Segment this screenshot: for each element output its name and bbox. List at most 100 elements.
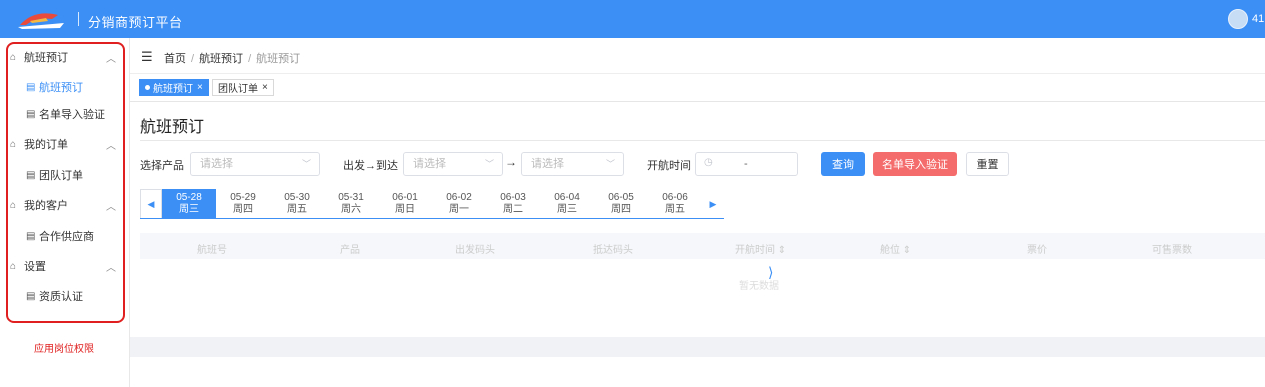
sail-time-range-picker[interactable]: ◷ -	[695, 152, 798, 176]
date-text: 06-05	[608, 192, 634, 203]
next-dates-button[interactable]: ▶	[702, 189, 724, 219]
sail-time-label: 开航时间	[647, 160, 691, 172]
weekday-text: 周五	[665, 204, 685, 215]
date-text: 06-03	[500, 192, 526, 203]
close-icon[interactable]: ×	[197, 82, 203, 93]
user-name[interactable]: 41	[1252, 13, 1264, 25]
active-dot-icon	[145, 85, 150, 90]
breadcrumb-current: 航班预订	[256, 53, 301, 65]
page-title: 航班预订	[140, 119, 205, 136]
sidebar-group-label: 我的订单	[24, 139, 68, 151]
table-header: 航班号 产品 出发码头 抵达码头 开航时间 ⇕ 舱位 ⇕ 票价 可售票数	[140, 233, 1265, 259]
chevron-down-icon: ﹀	[605, 159, 615, 169]
date-text: 06-06	[662, 192, 688, 203]
document-icon: ▤	[26, 108, 36, 120]
sidebar-group-flight-booking[interactable]: ⌂ 航班预订 ︿	[10, 47, 122, 67]
date-tab[interactable]: 05-29 周四	[216, 189, 270, 219]
column-header: 可售票数	[1152, 245, 1192, 256]
sidebar-item-label: 资质认证	[39, 291, 83, 303]
breadcrumb-parent[interactable]: 航班预订	[199, 53, 243, 65]
weekday-text: 周三	[179, 204, 199, 215]
reset-button[interactable]: 重置	[966, 152, 1009, 176]
date-tab[interactable]: 06-03 周二	[486, 189, 540, 219]
document-icon: ▤	[26, 230, 36, 242]
home-icon: ⌂	[10, 260, 17, 272]
arrival-select[interactable]: 请选择 ﹀	[521, 152, 624, 176]
sidebar-item-partner-suppliers[interactable]: ▤ 合作供应商	[26, 226, 122, 246]
app-title: 分销商预订平台	[88, 15, 183, 30]
import-verify-button[interactable]: 名单导入验证	[873, 152, 957, 176]
prev-dates-button[interactable]: ◀	[140, 189, 162, 218]
departure-placeholder: 请选择	[413, 158, 446, 170]
sidebar: ⌂ 航班预订 ︿ ▤ 航班预订 ▤ 名单导入验证 ⌂ 我的订单 ︿ ▤ 团队订单…	[0, 38, 130, 387]
chevron-up-icon: ︿	[106, 262, 116, 274]
close-icon[interactable]: ×	[262, 82, 268, 93]
tab-flight-booking[interactable]: 航班预订 ×	[139, 79, 209, 96]
date-text: 06-04	[554, 192, 580, 203]
menu-fold-icon[interactable]: ☰	[141, 49, 153, 65]
departure-select[interactable]: 请选择 ﹀	[403, 152, 503, 176]
caret-right-icon: ▶	[709, 198, 717, 209]
home-icon: ⌂	[10, 51, 17, 63]
chevron-up-icon: ︿	[106, 140, 116, 152]
column-header: 航班号	[197, 245, 227, 256]
weekday-text: 周三	[557, 204, 577, 215]
sidebar-group-label: 航班预订	[24, 52, 68, 64]
sidebar-item-flight-booking[interactable]: ▤ 航班预订	[26, 77, 122, 97]
top-header: 分销商预订平台 41	[0, 0, 1265, 38]
query-button[interactable]: 查询	[821, 152, 865, 176]
breadcrumb-home[interactable]: 首页	[164, 53, 186, 65]
date-tab[interactable]: 06-06 周五	[648, 189, 702, 219]
empty-text: 暂无数据	[739, 281, 779, 292]
weekday-text: 周四	[233, 204, 253, 215]
sidebar-group-my-orders[interactable]: ⌂ 我的订单 ︿	[10, 134, 122, 154]
column-header: 票价	[1027, 245, 1047, 256]
date-text: 05-28	[176, 192, 202, 203]
chevron-up-icon: ︿	[106, 201, 116, 213]
date-tab[interactable]: 06-05 周四	[594, 189, 648, 219]
breadcrumb-bar: ☰ 首页 / 航班预订 / 航班预订	[130, 38, 1265, 74]
document-icon: ▤	[26, 169, 36, 181]
sidebar-item-list-import[interactable]: ▤ 名单导入验证	[26, 104, 122, 124]
caret-left-icon: ◀	[147, 198, 155, 209]
date-text: 06-01	[392, 192, 418, 203]
sidebar-group-settings[interactable]: ⌂ 设置 ︿	[10, 256, 122, 276]
document-icon: ▤	[26, 81, 36, 93]
date-tab[interactable]: 05-31 周六	[324, 189, 378, 219]
header-divider	[78, 12, 79, 26]
ship-logo-icon	[18, 13, 64, 29]
sidebar-item-qualification[interactable]: ▤ 资质认证	[26, 286, 122, 306]
content-footer	[130, 337, 1265, 357]
column-header[interactable]: 舱位 ⇕	[880, 241, 911, 256]
document-icon: ▤	[26, 290, 36, 302]
title-divider	[140, 140, 1265, 141]
weekday-text: 周一	[449, 204, 469, 215]
product-placeholder: 请选择	[200, 158, 233, 170]
product-label: 选择产品	[140, 160, 184, 172]
home-icon: ⌂	[10, 199, 17, 211]
tab-team-orders[interactable]: 团队订单 ×	[212, 79, 274, 96]
date-tab[interactable]: 05-30 周五	[270, 189, 324, 219]
tab-label: 航班预订	[153, 84, 193, 95]
date-tab[interactable]: 06-02 周一	[432, 189, 486, 219]
sidebar-item-team-orders[interactable]: ▤ 团队订单	[26, 165, 122, 185]
weekday-text: 周二	[503, 204, 523, 215]
tab-label: 团队订单	[218, 84, 258, 95]
date-text: 05-29	[230, 192, 256, 203]
product-select[interactable]: 请选择 ﹀	[190, 152, 320, 176]
date-strip: ◀ 05-28 周三 05-29 周四 05-30 周五 05-31 周六 06-01 周…	[140, 189, 724, 219]
sidebar-group-label: 设置	[24, 261, 46, 273]
arrival-placeholder: 请选择	[531, 158, 564, 170]
date-tab[interactable]: 06-04 周三	[540, 189, 594, 219]
breadcrumb-separator: /	[248, 53, 252, 65]
sidebar-group-my-customers[interactable]: ⌂ 我的客户 ︿	[10, 195, 122, 215]
user-avatar[interactable]	[1228, 9, 1248, 29]
column-header[interactable]: 开航时间 ⇕	[735, 241, 786, 256]
clock-icon: ◷	[704, 157, 713, 168]
range-separator: -	[744, 158, 748, 170]
date-tab[interactable]: 06-01 周日	[378, 189, 432, 219]
date-tab[interactable]: 05-28 周三	[162, 189, 216, 219]
app-permission-link[interactable]: 应用岗位权限	[34, 340, 94, 355]
weekday-text: 周五	[287, 204, 307, 215]
sidebar-item-label: 团队订单	[39, 170, 83, 182]
